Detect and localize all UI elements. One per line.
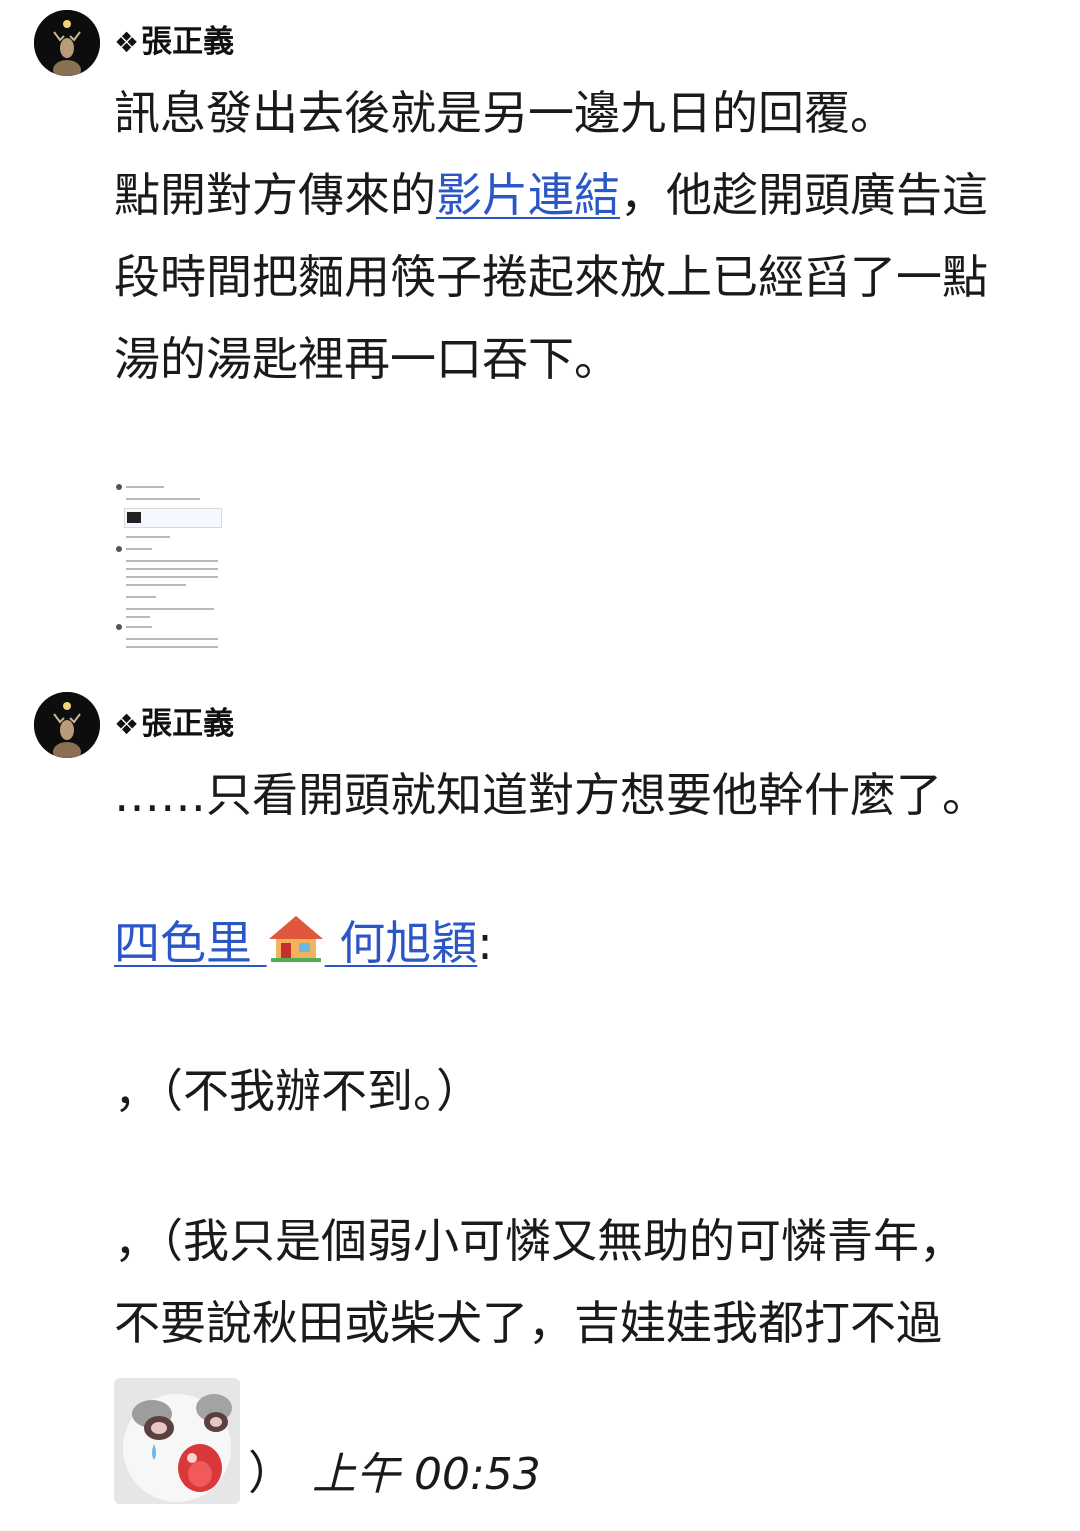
house-icon — [267, 906, 325, 988]
crying-dog-sticker[interactable] — [114, 1378, 240, 1504]
quote-line: 不要說秋田或柴犬了，吉娃娃我都打不過 — [114, 1296, 942, 1350]
crying-dog-icon — [114, 1378, 240, 1504]
reply-user-link[interactable]: 四色里 何旭穎 — [114, 916, 477, 970]
quote-line: ，（我只是個弱小可憐又無助的可憐青年， — [114, 1214, 965, 1268]
sender-label: 張正義 — [141, 706, 235, 742]
quote-close: ） — [248, 1446, 294, 1500]
quote-line: ，（不我辦不到。） — [114, 1064, 482, 1118]
sender-name[interactable]: ❖張正義 — [114, 704, 234, 745]
sender-prefix: ❖ — [114, 708, 140, 741]
message-tail: ） 上午 00:53 — [248, 1438, 541, 1510]
quote-block: ，（我只是個弱小可憐又無助的可憐青年， 不要說秋田或柴犬了，吉娃娃我都打不過 — [114, 1200, 1054, 1364]
deer-avatar-icon — [34, 692, 100, 758]
reply-name-part1: 四色里 — [114, 916, 252, 970]
text-line: ……只看開頭就知道對方想要他幹什麼了。 — [114, 768, 988, 822]
message-2: ❖張正義 ……只看開頭就知道對方想要他幹什麼了。 四色里 何旭穎: ，（不我辦不… — [0, 0, 1080, 1531]
timestamp: 上午 00:53 — [312, 1449, 541, 1500]
avatar[interactable] — [34, 692, 100, 758]
reply-name-part2: 何旭穎 — [339, 916, 478, 970]
message-body: ……只看開頭就知道對方想要他幹什麼了。 — [114, 754, 1054, 836]
reply-colon: : — [477, 916, 493, 970]
reply-header: 四色里 何旭穎: — [114, 902, 1054, 988]
quote-block: ，（不我辦不到。） — [114, 1050, 1054, 1132]
